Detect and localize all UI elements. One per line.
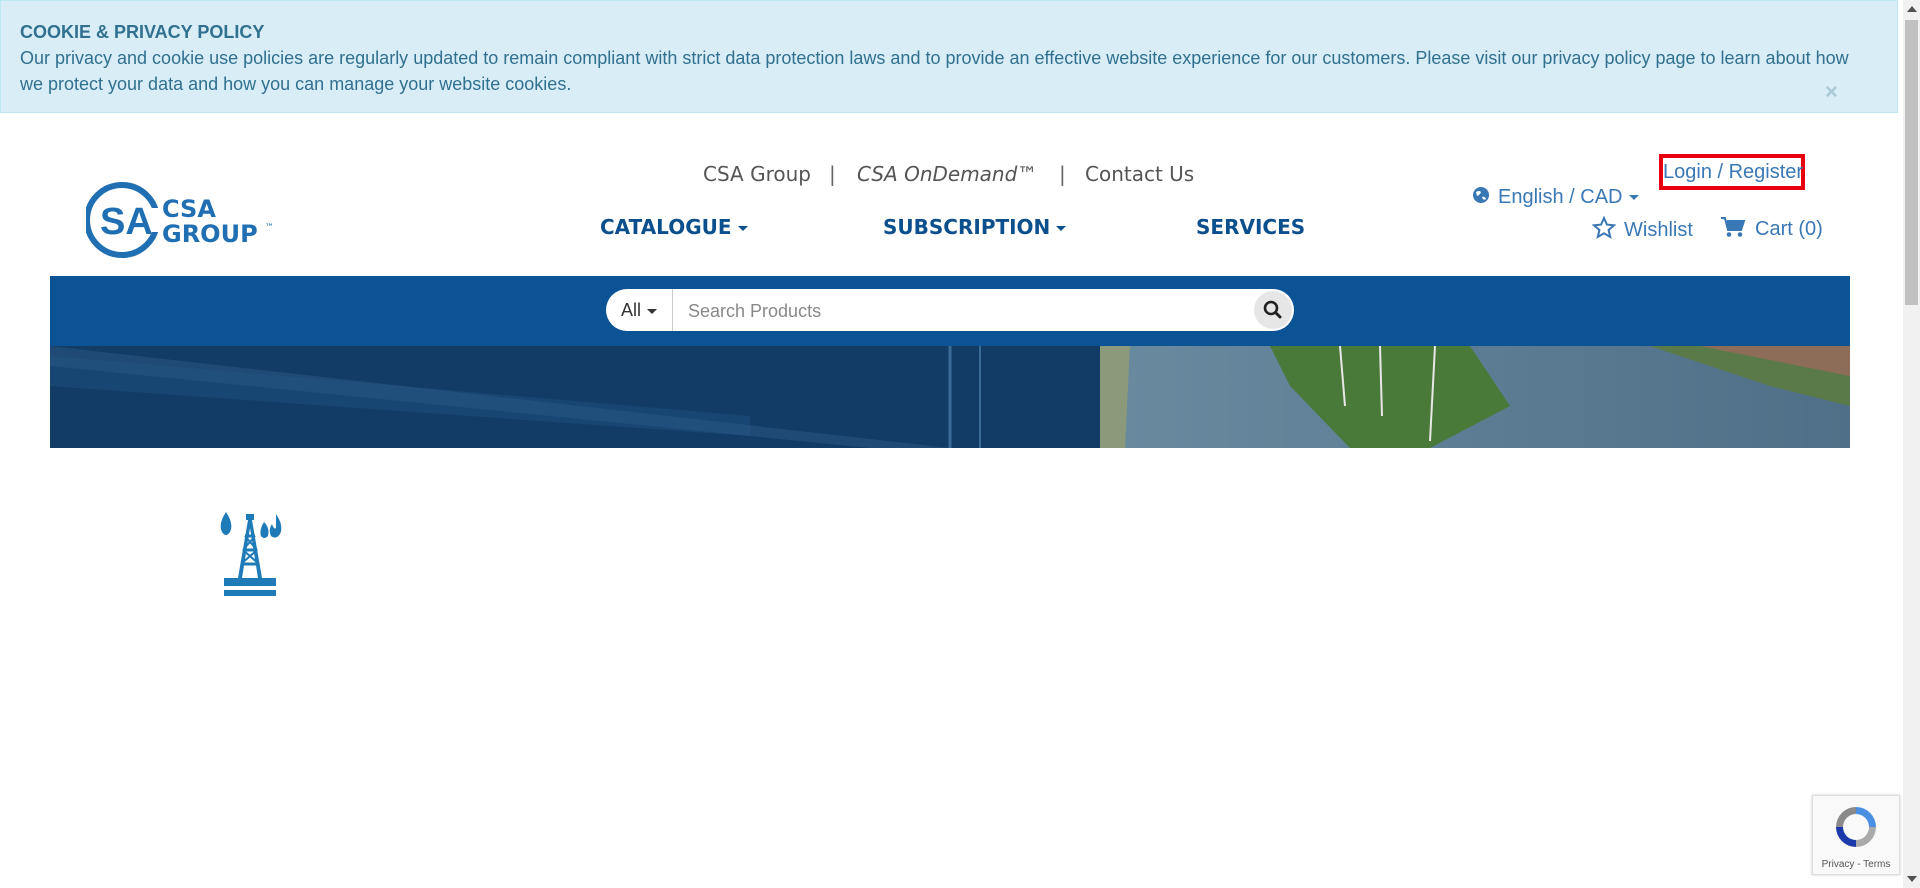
cookie-banner-title: COOKIE & PRIVACY POLICY: [20, 22, 265, 42]
caret-down-icon: [1628, 195, 1639, 201]
nav-catalogue[interactable]: CATALOGUE: [600, 215, 748, 239]
contact-us-link[interactable]: Contact Us: [1085, 162, 1194, 186]
recaptcha-badge[interactable]: Privacy - Terms: [1812, 795, 1900, 875]
search-bar: All: [50, 276, 1850, 346]
nav-subscription[interactable]: SUBSCRIPTION: [883, 215, 1067, 239]
nav-subscription-label: SUBSCRIPTION: [883, 215, 1051, 239]
logo-text-line1: CSA: [162, 195, 216, 223]
csa-ondemand-link[interactable]: CSA OnDemand™: [857, 162, 1037, 186]
wishlist-label: Wishlist: [1624, 219, 1693, 241]
recaptcha-icon: [1836, 807, 1876, 847]
top-links-separator: |: [1059, 162, 1066, 186]
recaptcha-privacy-terms[interactable]: Privacy - Terms: [1813, 859, 1899, 870]
search-button[interactable]: [1254, 291, 1292, 329]
cart-icon: [1721, 217, 1746, 237]
nav-catalogue-label: CATALOGUE: [600, 215, 732, 239]
nav-services-label: SERVICES: [1196, 215, 1306, 239]
oil-gas-derrick-icon: [216, 510, 284, 600]
globe-icon: [1473, 187, 1489, 203]
top-links-separator: |: [829, 162, 836, 186]
language-currency-selector[interactable]: English / CAD: [1472, 186, 1639, 209]
logo-text-line2: GROUP: [162, 220, 258, 248]
nav-services[interactable]: SERVICES: [1196, 215, 1305, 239]
cart-label: Cart (0): [1755, 218, 1823, 240]
cart-link[interactable]: Cart (0): [1720, 216, 1823, 241]
search-input[interactable]: [686, 289, 1230, 333]
csa-group-link[interactable]: CSA Group: [703, 162, 811, 186]
logo-tm: ™: [265, 223, 274, 233]
caret-down-icon: [737, 226, 748, 231]
wishlist-link[interactable]: Wishlist: [1591, 215, 1693, 242]
caret-down-icon: [1056, 226, 1067, 231]
close-icon[interactable]: ×: [1825, 79, 1838, 105]
search-icon: [1263, 300, 1282, 319]
search-box: All: [606, 289, 1294, 333]
cookie-banner-text: Our privacy and cookie use policies are …: [20, 48, 1849, 94]
star-icon: [1591, 215, 1617, 240]
hero-banner-image: [50, 346, 1850, 448]
page-scrollbar[interactable]: [1903, 0, 1920, 888]
login-register-link[interactable]: Login / Register: [1659, 154, 1805, 190]
logo-mark: SA: [100, 201, 153, 243]
scroll-thumb[interactable]: [1905, 20, 1918, 305]
cookie-banner: COOKIE & PRIVACY POLICY Our privacy and …: [0, 0, 1898, 113]
language-label: English / CAD: [1498, 186, 1623, 208]
scroll-down-arrow-icon[interactable]: [1907, 876, 1917, 882]
caret-down-icon: [647, 308, 657, 314]
scroll-up-arrow-icon[interactable]: [1907, 6, 1917, 12]
csa-group-logo[interactable]: SA CSA GROUP ™: [84, 180, 286, 260]
search-category-dropdown[interactable]: All: [606, 289, 673, 331]
search-category-label: All: [620, 300, 641, 320]
